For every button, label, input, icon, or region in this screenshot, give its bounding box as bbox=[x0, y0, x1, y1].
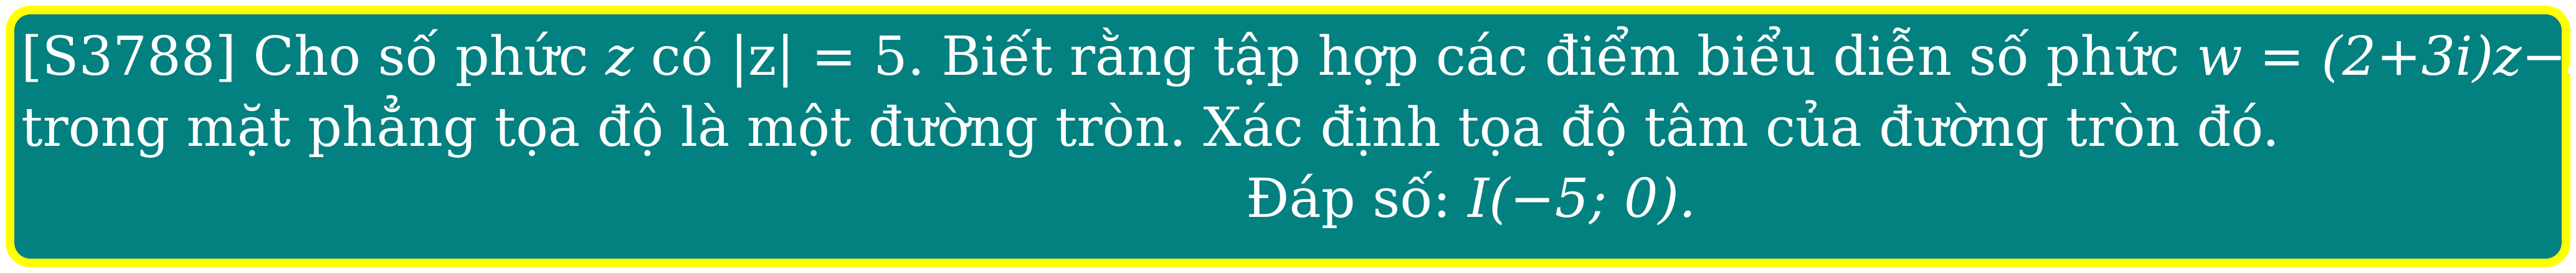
modulus-condition: |z| = 5. bbox=[730, 26, 924, 88]
answer-value: I(−5; 0). bbox=[1468, 168, 1696, 230]
problem-line-2: trong mặt phẳng tọa độ là một đường tròn… bbox=[21, 97, 2279, 159]
condition-word: có bbox=[650, 26, 713, 88]
problem-line-1: [S3788] Cho số phức z có |z| = 5. Biết r… bbox=[21, 22, 2576, 91]
variable-z: z bbox=[605, 26, 634, 88]
problem-intro: Cho số phức bbox=[253, 26, 589, 88]
answer-label: Đáp số: bbox=[1246, 168, 1451, 230]
w-expression: w = (2+3i)z−5 bbox=[2196, 26, 2576, 88]
problem-code: [S3788] bbox=[21, 26, 236, 88]
statement-part-a: Biết rằng tập hợp các điểm biểu diễn số … bbox=[941, 26, 2180, 88]
answer-line: Đáp số: I(−5; 0). bbox=[1246, 165, 1696, 233]
